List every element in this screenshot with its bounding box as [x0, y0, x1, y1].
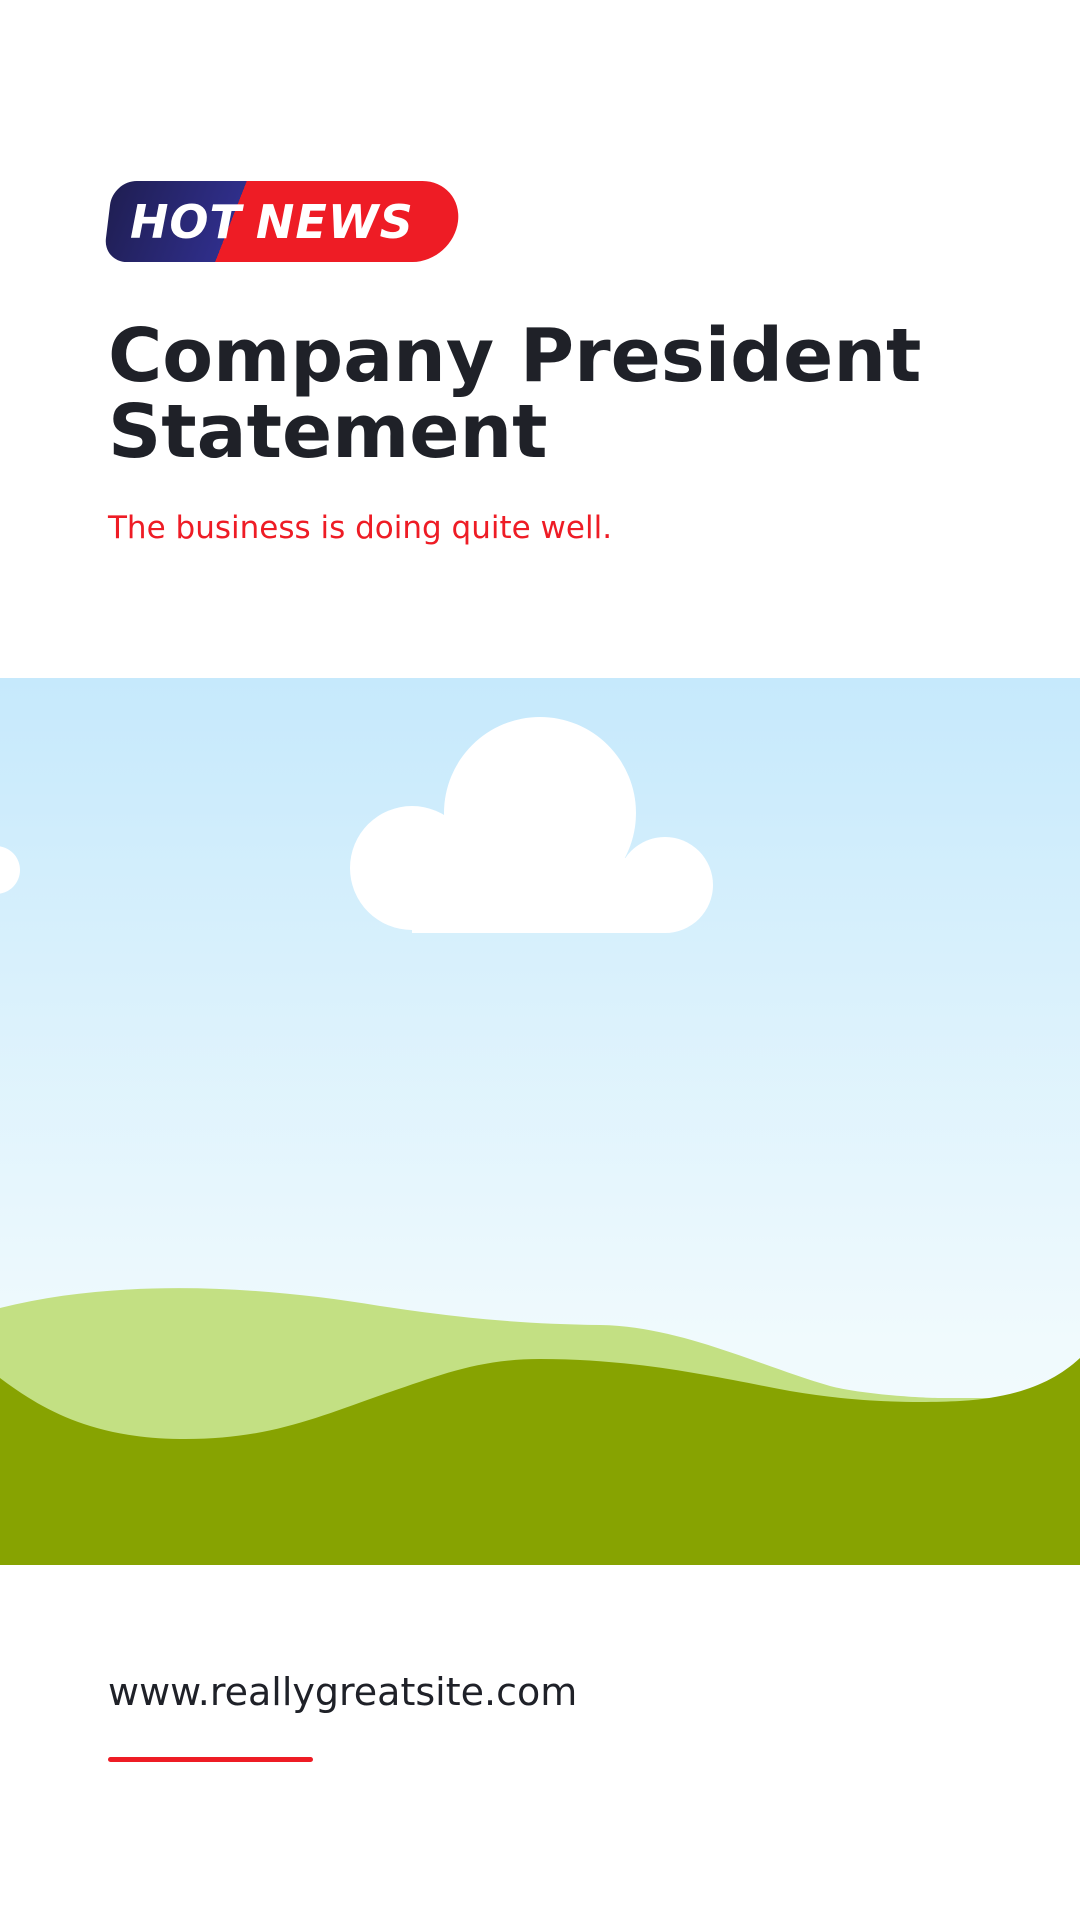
badge-word-hot: HOT — [130, 194, 242, 249]
hot-news-badge-text: HOT NEWS — [130, 195, 414, 249]
page-title: Company President Statement — [108, 313, 922, 475]
accent-underline — [108, 1757, 313, 1762]
page-subtitle: The business is doing quite well. — [108, 510, 613, 546]
landscape-illustration — [0, 678, 1080, 1565]
website-link[interactable]: www.reallygreatsite.com — [108, 1668, 577, 1716]
news-post: HOT NEWS Company President Statement The… — [0, 0, 1080, 1920]
hot-news-badge: HOT NEWS — [103, 181, 463, 262]
badge-word-news: NEWS — [255, 194, 414, 249]
